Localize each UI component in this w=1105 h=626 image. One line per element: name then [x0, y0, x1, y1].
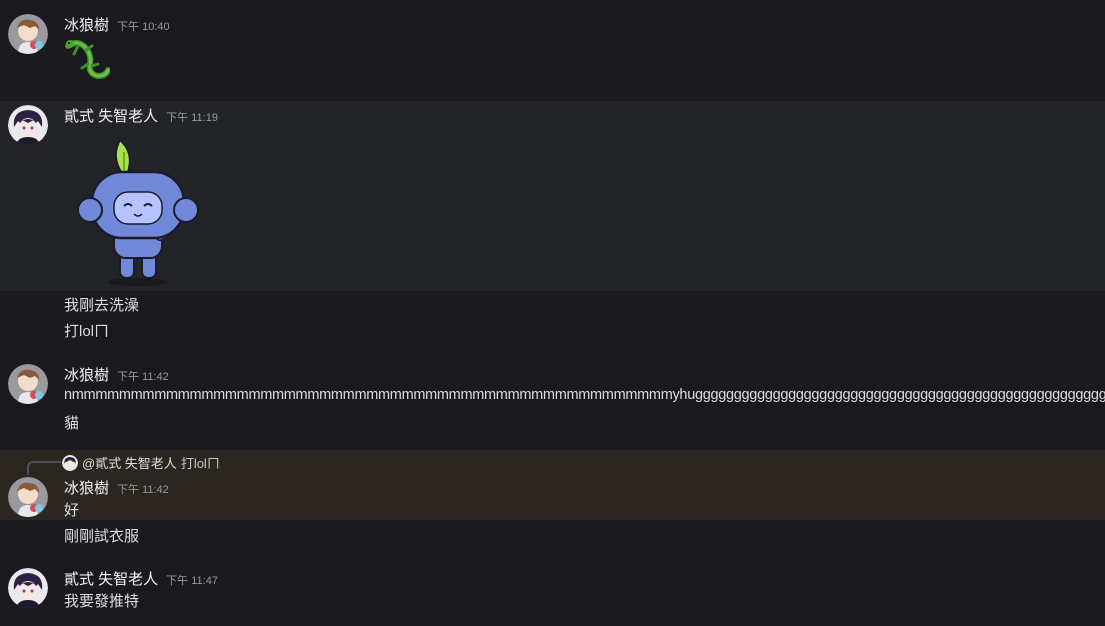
- timestamp: 下午 11:47: [166, 575, 218, 587]
- message-text: 貓: [64, 415, 80, 432]
- message-text: 好: [64, 502, 80, 519]
- avatar[interactable]: [8, 568, 48, 608]
- username[interactable]: 貳式 失智老人 下午 11:19: [64, 105, 218, 126]
- avatar[interactable]: [8, 105, 48, 145]
- timestamp: 下午 11:19: [166, 112, 218, 124]
- message-text: 我剛去洗澡: [64, 297, 140, 314]
- author-name[interactable]: 冰狼樹: [64, 17, 109, 34]
- author-name[interactable]: 冰狼樹: [64, 480, 109, 497]
- username[interactable]: 冰狼樹 下午 10:40: [64, 14, 170, 35]
- chat-log: 冰狼樹 下午 10:40 貳式 失智老人 下午 11:19 我剛去洗澡 打lol…: [0, 0, 1105, 626]
- timestamp: 下午 11:42: [117, 484, 169, 496]
- lizard-emoji-icon: [62, 34, 111, 87]
- avatar[interactable]: [8, 477, 48, 517]
- reply-mention[interactable]: @貳式 失智老人: [82, 453, 177, 472]
- reply-avatar: [62, 454, 78, 471]
- username[interactable]: 冰狼樹 下午 11:42: [64, 477, 169, 498]
- avatar[interactable]: [8, 364, 48, 404]
- message-text: 打lolㄇ: [64, 323, 110, 340]
- message-text: 我要發推特: [64, 593, 140, 610]
- author-name[interactable]: 冰狼樹: [64, 367, 109, 384]
- message-text: 剛剛試衣服: [64, 528, 140, 545]
- reply-text[interactable]: 打lolㄇ: [181, 453, 220, 472]
- username[interactable]: 貳式 失智老人 下午 11:47: [64, 568, 218, 589]
- avatar[interactable]: [8, 14, 48, 54]
- timestamp: 下午 10:40: [117, 21, 170, 33]
- author-name[interactable]: 貳式 失智老人: [64, 108, 158, 125]
- message-group: 冰狼樹 下午 10:40: [0, 0, 1105, 100]
- message-text: nmmmmmmmmmmmmmmmmmmmmmmmmmmmmmmmmmmmmmmm…: [64, 387, 1105, 403]
- timestamp: 下午 11:42: [117, 371, 169, 383]
- wumpus-sticker-icon[interactable]: [76, 132, 200, 291]
- author-name[interactable]: 貳式 失智老人: [64, 571, 158, 588]
- reply-connector: [27, 461, 61, 475]
- reply-preview[interactable]: @貳式 失智老人 打lolㄇ: [62, 453, 220, 472]
- username[interactable]: 冰狼樹 下午 11:42: [64, 364, 169, 385]
